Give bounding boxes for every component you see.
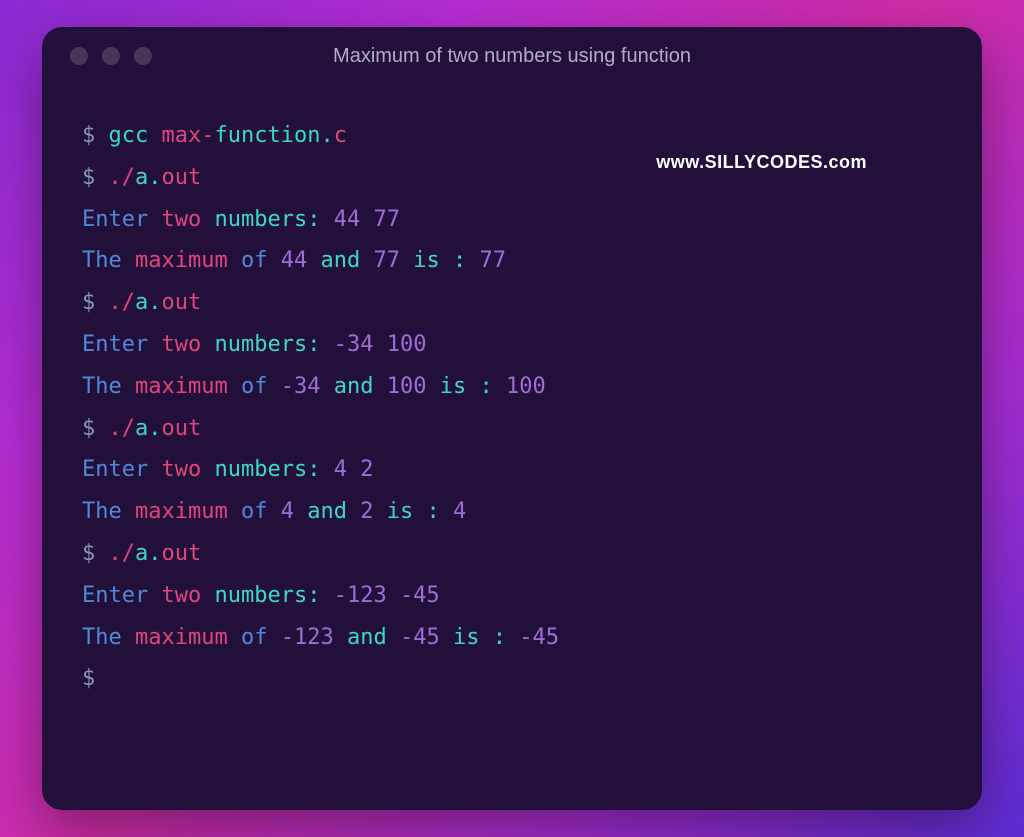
terminal-line: $ ./a.out [82,533,942,575]
cmd-part: out [162,541,202,566]
traffic-lights [70,47,152,65]
val-n1: -34 [281,374,321,399]
word-enter: Enter [82,332,148,357]
word-of: of [241,248,268,273]
colon: : [479,374,492,399]
word-maximum: maximum [135,374,228,399]
close-icon[interactable] [70,47,88,65]
word-two: two [161,457,201,482]
val-n2: -45 [400,625,440,650]
terminal-line: Enter two numbers: -34 100 [82,324,942,366]
word-maximum: maximum [135,499,228,524]
prompt: $ [82,416,95,441]
cmd-part: out [162,165,202,190]
word-enter: Enter [82,207,148,232]
val-n1: 4 [281,499,294,524]
word-numbers: numbers: [214,457,320,482]
word-two: two [161,207,201,232]
word-two: two [161,332,201,357]
cmd-part: a. [135,165,162,190]
word-the: The [82,248,122,273]
input-n1: -123 [334,583,387,608]
word-and: and [334,374,374,399]
terminal-body[interactable]: www.SILLYCODES.com $ gcc max-function.c … [42,85,982,810]
terminal-line: $ ./a.out [82,408,942,450]
maximize-icon[interactable] [134,47,152,65]
input-n2: 77 [373,207,400,232]
window-title: Maximum of two numbers using function [42,45,982,68]
word-the: The [82,499,122,524]
watermark: www.SILLYCODES.com [656,145,867,179]
filename-part: max- [162,123,215,148]
input-n1: -34 [334,332,374,357]
val-max: -45 [519,625,559,650]
colon: : [426,499,439,524]
word-is: is [387,499,414,524]
val-n1: -123 [281,625,334,650]
prompt: $ [82,666,95,691]
val-max: 100 [506,374,546,399]
cmd-part: a. [135,290,162,315]
word-maximum: maximum [135,625,228,650]
word-and: and [307,499,347,524]
val-n2: 77 [373,248,400,273]
cmd-part: ./ [109,416,136,441]
cmd-part: ./ [109,541,136,566]
word-numbers: numbers: [214,583,320,608]
input-n1: 44 [334,207,361,232]
terminal-window: Maximum of two numbers using function ww… [42,27,982,810]
terminal-line: Enter two numbers: 4 2 [82,449,942,491]
terminal-line: $ ./a.out [82,282,942,324]
val-n2: 100 [387,374,427,399]
word-numbers: numbers: [214,332,320,357]
val-n2: 2 [360,499,373,524]
word-two: two [161,583,201,608]
filename-ext: c [334,123,347,148]
input-n1: 4 [334,457,347,482]
val-max: 77 [479,248,506,273]
filename-part: function. [214,123,333,148]
word-enter: Enter [82,583,148,608]
cmd-part: a. [135,541,162,566]
titlebar: Maximum of two numbers using function [42,27,982,85]
cmd-part: out [162,290,202,315]
word-is: is [453,625,480,650]
terminal-line: The maximum of 4 and 2 is : 4 [82,491,942,533]
word-and: and [347,625,387,650]
word-is: is [413,248,440,273]
word-of: of [241,499,268,524]
terminal-line: The maximum of -34 and 100 is : 100 [82,366,942,408]
minimize-icon[interactable] [102,47,120,65]
word-is: is [440,374,467,399]
input-n2: 100 [387,332,427,357]
prompt: $ [82,541,95,566]
word-maximum: maximum [135,248,228,273]
word-numbers: numbers: [214,207,320,232]
input-n2: -45 [400,583,440,608]
colon: : [453,248,466,273]
word-the: The [82,625,122,650]
word-enter: Enter [82,457,148,482]
word-the: The [82,374,122,399]
cmd-gcc: gcc [109,123,149,148]
terminal-line: The maximum of 44 and 77 is : 77 [82,240,942,282]
val-n1: 44 [281,248,308,273]
terminal-line: Enter two numbers: 44 77 [82,199,942,241]
prompt: $ [82,123,95,148]
input-n2: 2 [360,457,373,482]
colon: : [493,625,506,650]
cmd-part: ./ [109,165,136,190]
terminal-line: Enter two numbers: -123 -45 [82,575,942,617]
prompt: $ [82,165,95,190]
cmd-part: ./ [109,290,136,315]
terminal-line: The maximum of -123 and -45 is : -45 [82,617,942,659]
cmd-part: out [162,416,202,441]
word-of: of [241,625,268,650]
prompt: $ [82,290,95,315]
word-of: of [241,374,268,399]
terminal-line: $ [82,658,942,700]
val-max: 4 [453,499,466,524]
cmd-part: a. [135,416,162,441]
word-and: and [320,248,360,273]
